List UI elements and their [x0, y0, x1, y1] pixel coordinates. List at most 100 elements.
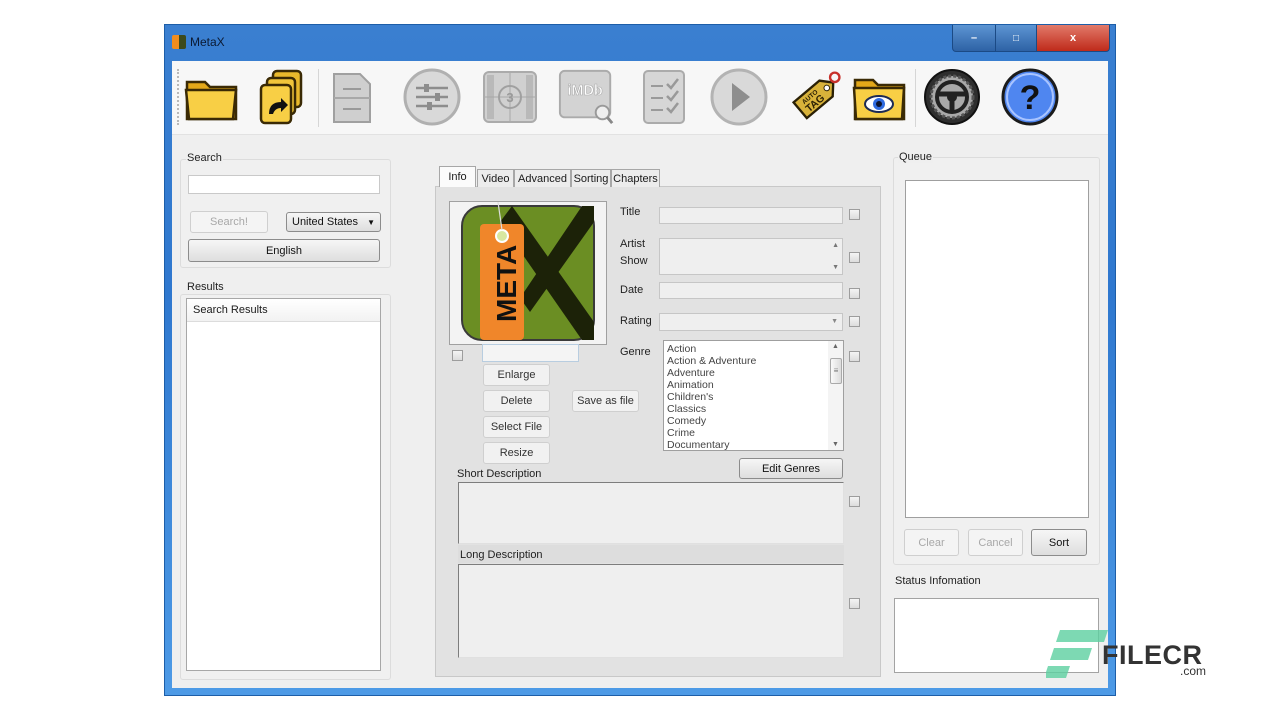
genre-checkbox[interactable]	[849, 351, 860, 362]
window-title: MetaX	[190, 35, 225, 49]
tab-chapters[interactable]: Chapters	[611, 169, 660, 187]
scroll-down-icon[interactable]: ▼	[832, 264, 839, 271]
preferences-button[interactable]	[922, 65, 982, 129]
tab-sorting[interactable]: Sorting	[571, 169, 611, 187]
language-button[interactable]: English	[188, 239, 380, 262]
movie-lookup-button[interactable]: 3	[480, 65, 540, 129]
tab-video[interactable]: Video	[477, 169, 514, 187]
artist-label: Artist	[620, 238, 646, 250]
artist-input[interactable]: ▲ ▼	[659, 238, 843, 275]
genre-option[interactable]: Action & Adventure	[667, 355, 843, 367]
close-button[interactable]: x	[1036, 25, 1110, 52]
open-file-button[interactable]	[182, 65, 242, 129]
help-button[interactable]: ?	[1000, 65, 1060, 129]
watermark-suffix: .com	[1180, 664, 1207, 678]
artwork-checkbox[interactable]	[452, 350, 463, 361]
short-description-checkbox[interactable]	[849, 496, 860, 507]
artwork-field[interactable]	[482, 344, 579, 362]
tab-info[interactable]: Info	[439, 166, 476, 187]
genre-label: Genre	[620, 346, 651, 358]
genre-option[interactable]: Crime	[667, 427, 843, 439]
genre-items: Action Action & Adventure Adventure Animati…	[664, 341, 843, 450]
title-input[interactable]	[659, 207, 843, 224]
scroll-up-icon[interactable]: ▲	[832, 242, 839, 249]
filecr-watermark: FILECR .com	[1046, 628, 1216, 684]
scrollbar-thumb[interactable]: ≡	[830, 358, 842, 384]
toolbar-separator	[318, 69, 319, 127]
results-column-header[interactable]: Search Results	[187, 299, 380, 322]
genre-scrollbar[interactable]: ▲ ≡ ▼	[828, 341, 843, 450]
settings-sliders-button[interactable]	[402, 65, 462, 129]
sort-queue-button[interactable]: Sort	[1031, 529, 1087, 556]
rating-checkbox[interactable]	[849, 316, 860, 327]
file-cabinet-icon	[333, 73, 371, 123]
folder-eye-icon	[852, 78, 906, 121]
rating-select[interactable]: ▼	[659, 313, 843, 331]
genre-list[interactable]: Action Action & Adventure Adventure Animati…	[663, 340, 844, 451]
folder-icon	[184, 80, 238, 121]
search-button[interactable]: Search!	[190, 211, 268, 233]
enlarge-button[interactable]: Enlarge	[483, 364, 550, 386]
filecr-logo-icon	[1046, 630, 1108, 678]
genre-option[interactable]: Comedy	[667, 415, 843, 427]
checklist-icon	[643, 70, 685, 124]
process-button[interactable]	[709, 65, 769, 129]
steering-wheel-icon	[924, 69, 980, 125]
short-description-input[interactable]	[458, 482, 844, 544]
files-arrow-icon	[259, 69, 303, 125]
save-as-file-button[interactable]: Save as file	[572, 390, 639, 412]
show-label: Show	[620, 255, 648, 267]
scroll-up-icon[interactable]: ▲	[832, 343, 839, 350]
long-description-input[interactable]	[458, 564, 844, 658]
toolbar: 3 iMDb AUTO TAG ?	[172, 61, 1108, 135]
title-bar[interactable]: MetaX – □ x	[165, 25, 1115, 61]
clear-queue-button[interactable]: Clear	[904, 529, 959, 556]
open-batch-button[interactable]	[252, 65, 312, 129]
svg-text:?: ?	[1020, 79, 1041, 117]
edit-genres-button[interactable]: Edit Genres	[739, 458, 843, 479]
tab-advanced[interactable]: Advanced	[514, 169, 571, 187]
queue-list[interactable]	[905, 180, 1089, 518]
app-window: MetaX – □ x 3 iMDb AUTO TAG ? Search Sea…	[165, 25, 1115, 695]
results-list[interactable]: Search Results	[186, 298, 381, 671]
status-label: Status Infomation	[895, 575, 981, 587]
queue-group-label: Queue	[898, 151, 934, 163]
svg-text:META: META	[491, 245, 522, 322]
genre-option[interactable]: Children's	[667, 391, 843, 403]
genre-option[interactable]: Adventure	[667, 367, 843, 379]
genre-option[interactable]: Documentary	[667, 439, 843, 450]
minimize-button[interactable]: –	[952, 25, 996, 52]
imdb-lookup-button[interactable]: iMDb	[557, 65, 617, 129]
delete-artwork-button[interactable]: Delete	[483, 390, 550, 412]
toolbar-separator	[915, 69, 916, 127]
genre-option[interactable]: Classics	[667, 403, 843, 415]
chevron-down-icon: ▼	[831, 318, 838, 325]
artwork-frame[interactable]: META	[449, 201, 607, 345]
checklist-button[interactable]	[634, 65, 694, 129]
client-area: 3 iMDb AUTO TAG ? Search Search! United …	[172, 61, 1108, 688]
maximize-button[interactable]: □	[995, 25, 1037, 52]
help-question-icon: ?	[1001, 68, 1059, 126]
tab-strip: Info Video Advanced Sorting Chapters	[439, 166, 739, 187]
auto-tag-button[interactable]: AUTO TAG	[786, 65, 846, 129]
svg-text:3: 3	[506, 90, 513, 105]
long-description-checkbox[interactable]	[849, 598, 860, 609]
watch-folder-button[interactable]	[850, 65, 910, 129]
svg-text:iMDb: iMDb	[567, 83, 603, 99]
toolbar-grip[interactable]	[177, 69, 181, 125]
genre-option[interactable]: Action	[667, 343, 843, 355]
imdb-search-icon: iMDb	[558, 69, 614, 125]
country-select[interactable]: United States ▼	[286, 212, 381, 232]
genre-option[interactable]: Animation	[667, 379, 843, 391]
title-checkbox[interactable]	[849, 209, 860, 220]
resize-button[interactable]: Resize	[483, 442, 550, 464]
date-checkbox[interactable]	[849, 288, 860, 299]
save-button[interactable]	[322, 65, 382, 129]
search-input[interactable]	[188, 175, 380, 194]
artist-checkbox[interactable]	[849, 252, 860, 263]
date-input[interactable]	[659, 282, 843, 299]
date-label: Date	[620, 284, 644, 296]
select-file-button[interactable]: Select File	[483, 416, 550, 438]
scroll-down-icon[interactable]: ▼	[832, 441, 839, 448]
cancel-queue-button[interactable]: Cancel	[968, 529, 1023, 556]
